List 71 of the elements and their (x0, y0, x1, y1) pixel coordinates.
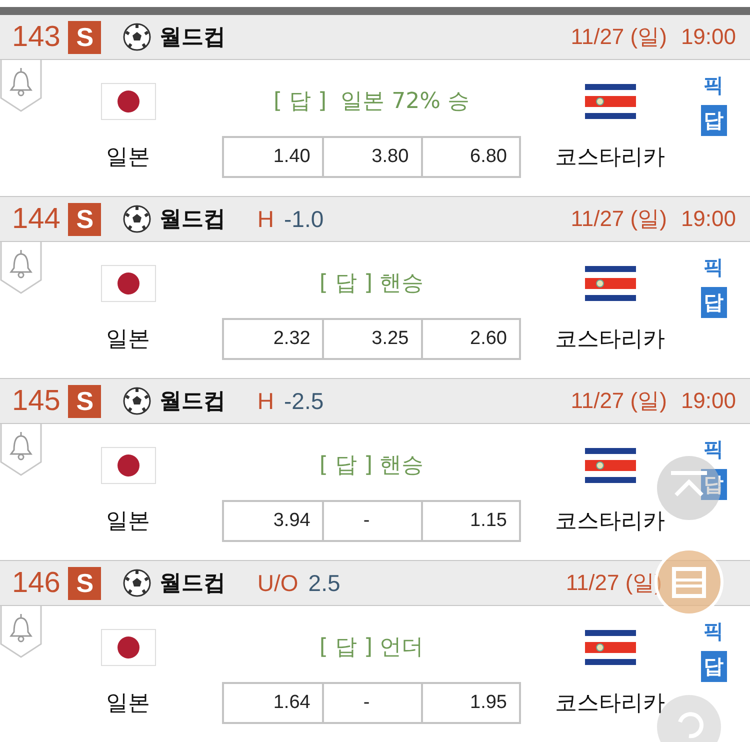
match-date: 11/27 (일) (570, 205, 667, 233)
japan-flag-icon (100, 446, 156, 484)
handicap-label: U/O (257, 570, 298, 596)
japan-flag-icon (100, 628, 156, 666)
pick-link[interactable]: 픽 (704, 254, 724, 281)
odds-cell[interactable]: - (322, 502, 421, 540)
home-team: 일본 (106, 326, 150, 354)
handicap-value: -1.0 (284, 206, 324, 232)
odds-cell[interactable]: 1.15 (420, 502, 519, 540)
handicap-value: 2.5 (308, 570, 340, 596)
answer-button[interactable]: 답 (700, 651, 726, 682)
match-date: 11/27 (일) (570, 387, 667, 415)
odds-cell[interactable]: 2.32 (224, 320, 322, 358)
japan-flag-icon (100, 264, 156, 302)
odds-cell[interactable]: 6.80 (420, 138, 519, 176)
handicap-value: -2.5 (284, 388, 324, 414)
prediction-text: [ 답 ] 핸승 (319, 270, 424, 298)
home-team: 일본 (106, 144, 150, 172)
away-team: 코스타리카 (555, 326, 665, 354)
bell-icon[interactable] (0, 60, 42, 112)
s-badge: S (68, 20, 102, 54)
japan-flag-icon (100, 82, 156, 120)
odds-cell[interactable]: 3.80 (322, 138, 421, 176)
costa-rica-flag-icon (584, 266, 636, 300)
match-time: 19:00 (680, 388, 736, 414)
s-badge: S (68, 566, 102, 600)
handicap-label: H (257, 388, 274, 414)
away-team: 코스타리카 (555, 508, 665, 536)
match-number: 146 (12, 566, 60, 600)
soccer-ball-icon (123, 569, 152, 597)
odds-cell[interactable]: 3.94 (224, 502, 322, 540)
pick-link[interactable]: 픽 (704, 618, 724, 645)
odds-cell[interactable]: 1.95 (420, 684, 519, 722)
costa-rica-flag-icon (584, 448, 636, 482)
home-team: 일본 (106, 690, 150, 718)
match-number: 144 (12, 202, 60, 236)
match-date: 11/27 (일) (570, 23, 667, 51)
match-number: 145 (12, 384, 60, 418)
answer-button[interactable]: 답 (700, 287, 726, 318)
odds-cell[interactable]: 1.40 (224, 138, 322, 176)
bell-icon[interactable] (0, 606, 42, 658)
league-name: 월드컵 (159, 570, 226, 598)
soccer-ball-icon (123, 387, 152, 415)
odds-cell[interactable]: 2.60 (420, 320, 519, 358)
league-name: 월드컵 (159, 206, 226, 234)
costa-rica-flag-icon (584, 630, 636, 664)
odds-cell[interactable]: 1.64 (224, 684, 322, 722)
odds-cell[interactable]: 3.25 (322, 320, 421, 358)
prediction-text: [ 답 ] 핸승 (319, 452, 424, 480)
pick-link[interactable]: 픽 (704, 436, 724, 463)
home-team: 일본 (106, 508, 150, 536)
s-badge: S (68, 202, 102, 236)
pick-link[interactable]: 픽 (704, 72, 724, 99)
soccer-ball-icon (123, 205, 152, 233)
bell-icon[interactable] (0, 424, 42, 476)
away-team: 코스타리카 (555, 144, 665, 172)
prediction-text: [ 답 ] 일본 72% 승 (273, 88, 470, 116)
match-number: 143 (12, 20, 60, 54)
match-time: 19:00 (680, 206, 736, 232)
league-name: 월드컵 (159, 24, 226, 52)
match-time: 19:00 (680, 24, 736, 50)
away-team: 코스타리카 (555, 690, 665, 718)
s-badge: S (68, 384, 102, 418)
costa-rica-flag-icon (584, 84, 636, 118)
handicap-label: H (257, 206, 274, 232)
soccer-ball-icon (123, 23, 152, 51)
answer-button[interactable]: 답 (700, 105, 726, 136)
bell-icon[interactable] (0, 242, 42, 294)
odds-cell[interactable]: - (322, 684, 421, 722)
prediction-text: [ 답 ] 언더 (319, 634, 424, 662)
league-name: 월드컵 (159, 388, 226, 416)
